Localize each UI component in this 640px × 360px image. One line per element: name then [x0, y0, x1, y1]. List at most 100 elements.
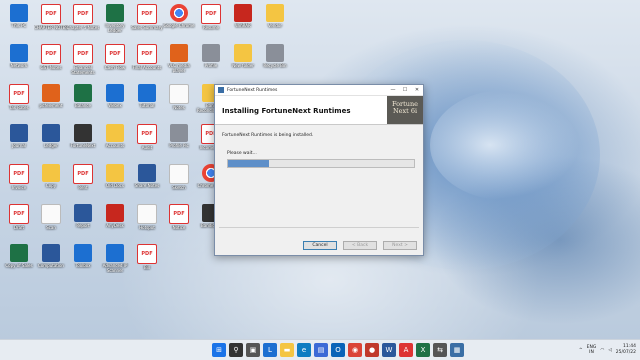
desktop-icon[interactable]: FortuneNext	[66, 122, 100, 160]
installer-icon[interactable]: ▦	[450, 343, 464, 357]
desktop-icon[interactable]: PDF Invoice	[2, 162, 36, 200]
window-title: FortuneNext Runtimes	[227, 87, 278, 93]
desktop-icon-label: Draft	[13, 225, 25, 230]
desktop-icon[interactable]: Old Docs	[98, 162, 132, 200]
desktop-icon[interactable]: PDF Resume	[194, 2, 228, 40]
desktop-icon[interactable]: Toolbox	[66, 242, 100, 280]
desktop-icon-label: Financial Statements	[71, 65, 95, 75]
edge-icon[interactable]: e	[297, 343, 311, 357]
desktop-icon[interactable]: New folder	[226, 42, 260, 80]
desktop-icon-label: Tutorial	[139, 103, 155, 108]
chevron-up-icon[interactable]: ^	[579, 348, 583, 353]
word-icon[interactable]: W	[382, 343, 396, 357]
desktop-icon[interactable]: Advanced IP Scanner	[98, 242, 132, 280]
desktop-icon[interactable]: PDF GST Notes	[34, 42, 68, 80]
desktop-icon[interactable]: Notes	[162, 82, 196, 120]
desktop-icon[interactable]: This PC	[2, 2, 36, 40]
progress-fill	[228, 160, 269, 167]
desktop-icon[interactable]: Vendor	[258, 2, 292, 40]
desktop-icon[interactable]: PDF Bill	[130, 242, 164, 280]
desktop-icon[interactable]: Accounts	[98, 122, 132, 160]
desktop-icon[interactable]: Journal	[2, 122, 36, 160]
recycle-bin-icon	[266, 44, 284, 62]
file-explorer-icon[interactable]: ▬	[280, 343, 294, 357]
desktop-icon[interactable]: Balance	[66, 82, 100, 120]
pdf-icon: PDF	[105, 44, 125, 64]
desktop-icon[interactable]: PDF Sales Summary	[130, 2, 164, 40]
window-titlebar[interactable]: FortuneNext Runtimes — ☐ ✕	[215, 85, 423, 96]
next-button[interactable]: Next >	[383, 241, 417, 250]
outlook-icon[interactable]: O	[331, 343, 345, 357]
pdf-icon: PDF	[9, 84, 29, 104]
desktop-icon[interactable]: Google Chrome	[162, 2, 196, 40]
chrome-icon[interactable]: ◉	[348, 343, 362, 357]
desktop-icon-label: Journal	[12, 143, 26, 148]
desktop-icon[interactable]: Profile	[194, 42, 228, 80]
language-indicator[interactable]: ENG IN	[587, 345, 597, 355]
desktop-icon[interactable]: Hotspot	[130, 202, 164, 240]
desktop-icon[interactable]: PDF Tax Rates	[2, 82, 36, 120]
desktop-icon[interactable]: Tutorial	[130, 82, 164, 120]
desktop-icon[interactable]: PDF CHAPTER NOTES	[34, 2, 68, 40]
wifi-icon[interactable]: ◠	[600, 348, 604, 353]
maximize-button[interactable]: ☐	[399, 85, 411, 95]
desktop-icon[interactable]: AnyDesk	[98, 202, 132, 240]
word-icon	[74, 204, 92, 222]
pdf-icon: PDF	[73, 44, 93, 64]
record-icon[interactable]: ●	[365, 343, 379, 357]
pdf-icon: PDF	[9, 164, 29, 184]
cancel-button[interactable]: Cancel	[303, 241, 337, 250]
search-icon[interactable]: ⚲	[229, 343, 243, 357]
desktop-icon[interactable]: PDF Audit	[130, 122, 164, 160]
desktop-icon[interactable]: PDF Rent	[66, 162, 100, 200]
excel-icon[interactable]: X	[416, 343, 430, 357]
desktop-icon[interactable]: PDF Chapter 5 Notes	[66, 2, 100, 40]
desktop-icon[interactable]: pdfelement	[34, 82, 68, 120]
desktop-icon[interactable]: PDF Cash Flow	[98, 42, 132, 80]
desktop-icon[interactable]: PDF Draft	[2, 202, 36, 240]
desktop-icon[interactable]: Profile Pic	[162, 122, 196, 160]
wallpaper-bloom-highlight	[430, 90, 580, 200]
desktop-icon-label: Sketch	[172, 185, 186, 190]
desktop-icon[interactable]: Copy of Sales	[2, 242, 36, 280]
wait-text: Please wait...	[227, 151, 257, 156]
clock[interactable]: 11:44 25/07/22	[616, 344, 636, 356]
logo-line2: Next 6i	[392, 107, 418, 115]
desktop-icon[interactable]: Ledger	[34, 122, 68, 160]
system-tray: ^ ENG IN ◠ ◁ 11:44 25/07/22	[579, 342, 636, 358]
desktop-icon[interactable]: Scan	[34, 202, 68, 240]
desktop-icon[interactable]: VLC media player	[162, 42, 196, 80]
desktop-icon[interactable]: Network	[2, 42, 36, 80]
speaker-icon[interactable]: ◁	[608, 348, 611, 353]
task-view-icon[interactable]: ▣	[246, 343, 260, 357]
minimize-button[interactable]: —	[387, 85, 399, 95]
desktop-icon-label: Share Notes	[134, 183, 160, 188]
network-tool-icon[interactable]: ⇆	[433, 343, 447, 357]
desktop-icon[interactable]: Report	[66, 202, 100, 240]
desktop-icon[interactable]: PDF Notice	[162, 202, 196, 240]
pdfelement-icon	[42, 84, 60, 102]
desktop-icon-label: Audit	[141, 145, 153, 150]
close-button[interactable]: ✕	[411, 85, 423, 95]
desktop-icon-label: Advanced IP Scanner	[102, 263, 128, 273]
desktop-icon[interactable]: PDF Financial Statements	[66, 42, 100, 80]
start-icon[interactable]: ⊞	[212, 343, 226, 357]
desktop-icon[interactable]: Inventory Ledger	[98, 2, 132, 40]
header-title: Installing FortuneNext Runtimes	[222, 107, 351, 115]
app-l-icon[interactable]: L	[263, 343, 277, 357]
folder-icon	[42, 164, 60, 182]
desktop-icon-label: pdfelement	[39, 103, 63, 108]
desktop-icon[interactable]: Share Notes	[130, 162, 164, 200]
desktop-icon[interactable]: Webex	[98, 82, 132, 120]
desktop-icon[interactable]: WinRAR	[226, 2, 260, 40]
desktop-icon[interactable]: Recycle Bin	[258, 42, 292, 80]
desktop-icon[interactable]: Copy	[34, 162, 68, 200]
back-button[interactable]: < Back	[343, 241, 377, 250]
pdf-icon: PDF	[137, 124, 157, 144]
store-icon[interactable]: ▤	[314, 343, 328, 357]
pdf-icon[interactable]: A	[399, 343, 413, 357]
desktop-icon[interactable]: Computation	[34, 242, 68, 280]
desktop-icon-label: Network	[10, 63, 28, 68]
desktop-icon[interactable]: Sketch	[162, 162, 196, 200]
desktop-icon[interactable]: PDF Final Accounts	[130, 42, 164, 80]
